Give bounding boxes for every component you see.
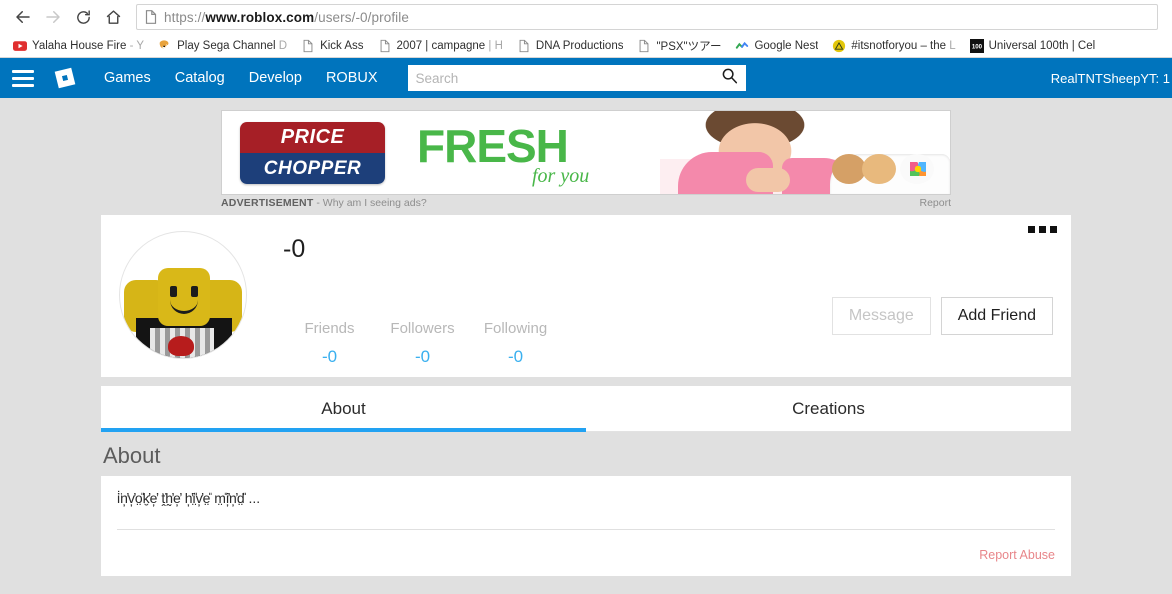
- tab-about[interactable]: About: [101, 386, 586, 432]
- bookmark-label: Google Nest: [754, 39, 819, 52]
- bookmark-label: Yalaha House Fire - Y: [32, 39, 145, 52]
- bookmark-item[interactable]: Play Sega Channel D: [151, 35, 294, 57]
- url-host: www.roblox.com: [205, 9, 315, 25]
- profile-header-card: -0 Friends -0 Followers -0 Following -0: [101, 215, 1071, 377]
- roblox-logo-icon[interactable]: [52, 65, 78, 91]
- triangle-badge-icon: [833, 39, 846, 52]
- bookmark-item[interactable]: Kick Ass: [294, 35, 370, 57]
- ad-report-link[interactable]: Report: [919, 197, 951, 209]
- browser-chrome: https://www.roblox.com/users/-0/profile …: [0, 0, 1172, 58]
- page-title: -0: [283, 235, 306, 263]
- ad-banner[interactable]: PRICE CHOPPER FRESH for you: [221, 110, 951, 195]
- svg-text:100: 100: [972, 43, 983, 50]
- document-icon: [519, 39, 529, 52]
- nav-link-robux[interactable]: ROBUX: [326, 70, 378, 86]
- ad-why-link[interactable]: - Why am I seeing ads?: [316, 197, 426, 209]
- message-button: Message: [831, 297, 931, 335]
- stat-followers[interactable]: Followers -0: [376, 320, 469, 367]
- address-bar[interactable]: https://www.roblox.com/users/-0/profile: [136, 4, 1158, 30]
- bookmark-label: Universal 100th | Cel: [988, 39, 1096, 52]
- bookmark-label: "PSX"ツアー: [656, 40, 722, 53]
- stat-friends[interactable]: Friends -0: [283, 320, 376, 367]
- ad-brand-line1: PRICE: [280, 126, 345, 148]
- sonic-icon: [159, 39, 169, 48]
- about-description-card: i̇̈n̦̓v̦̓o̤̎k̮̓e̦̓ ṱ̈h̰̓e̦̓ h̦̓i̤̎v̦̓e̤̎…: [101, 476, 1071, 576]
- ad-meta: ADVERTISEMENT - Why am I seeing ads? Rep…: [221, 197, 951, 209]
- avatar[interactable]: [119, 231, 247, 359]
- bookmark-item[interactable]: 100 Universal 100th | Cel: [963, 35, 1103, 57]
- bookmark-label: 2007 | campagne | H: [396, 39, 503, 52]
- tab-creations[interactable]: Creations: [586, 386, 1071, 431]
- about-description-text: i̇̈n̦̓v̦̓o̤̎k̮̓e̦̓ ṱ̈h̰̓e̦̓ h̦̓i̤̎v̦̓e̤̎…: [117, 490, 261, 506]
- profile-info: -0 Friends -0 Followers -0 Following -0: [247, 215, 1071, 367]
- profile-tabs: About Creations: [101, 386, 1071, 432]
- nest-icon: [736, 41, 749, 49]
- bookmarks-bar: Yalaha House Fire - Y Play Sega Channel …: [0, 34, 1172, 58]
- bookmark-item[interactable]: 2007 | campagne | H: [371, 35, 510, 57]
- bookmark-item[interactable]: Google Nest: [728, 35, 825, 57]
- bookmark-item[interactable]: "PSX"ツアー: [630, 35, 728, 57]
- ad-label: ADVERTISEMENT: [221, 197, 314, 209]
- nav-link-develop[interactable]: Develop: [249, 70, 302, 86]
- search-box[interactable]: [407, 65, 746, 91]
- url-text: https://www.roblox.com/users/-0/profile: [164, 10, 409, 25]
- bookmark-label: DNA Productions: [535, 39, 624, 52]
- user-menu[interactable]: RealTNTSheepYT: 1: [1051, 58, 1172, 98]
- document-icon: [303, 39, 313, 52]
- profile-actions: Message Add Friend: [831, 297, 1053, 335]
- nav-link-catalog[interactable]: Catalog: [175, 70, 225, 86]
- forward-icon: [38, 2, 68, 32]
- document-icon: [380, 39, 389, 52]
- report-abuse-link[interactable]: Report Abuse: [117, 548, 1055, 562]
- profile-content: -0 Friends -0 Followers -0 Following -0: [101, 215, 1071, 576]
- page-document-icon: [145, 10, 157, 24]
- ad-brand-line2: CHOPPER: [263, 157, 362, 179]
- add-friend-button[interactable]: Add Friend: [940, 297, 1053, 335]
- bookmark-label: #itsnotforyou – the L: [851, 39, 956, 52]
- document-icon: [640, 39, 649, 52]
- about-section-title: About: [103, 443, 161, 468]
- ad-photo: [660, 111, 950, 194]
- back-icon[interactable]: [8, 2, 38, 32]
- price-chopper-logo: PRICE CHOPPER: [240, 122, 385, 184]
- nav-link-games[interactable]: Games: [104, 70, 151, 86]
- page-body: PRICE CHOPPER FRESH for you ADVERTISEMEN…: [0, 98, 1172, 576]
- search-icon[interactable]: [721, 67, 738, 89]
- url-scheme: https://: [164, 9, 206, 25]
- roblox-navbar: Games Catalog Develop ROBUX RealTNTSheep…: [0, 58, 1172, 98]
- username-label: RealTNTSheepYT: 1: [1050, 70, 1170, 86]
- bookmark-item[interactable]: DNA Productions: [510, 35, 631, 57]
- youtube-icon: [13, 40, 27, 51]
- divider: [117, 528, 1055, 530]
- search-input[interactable]: [415, 70, 721, 86]
- bookmark-label: Play Sega Channel D: [177, 39, 288, 52]
- ad-subhead: for you: [532, 165, 590, 187]
- bookmark-item[interactable]: Yalaha House Fire - Y: [6, 35, 151, 57]
- browser-toolbar: https://www.roblox.com/users/-0/profile: [0, 0, 1172, 34]
- home-icon[interactable]: [98, 2, 128, 32]
- hundred-badge-icon: 100: [969, 38, 984, 53]
- advertisement-block: PRICE CHOPPER FRESH for you ADVERTISEMEN…: [0, 98, 1172, 209]
- hamburger-icon[interactable]: [12, 69, 34, 87]
- stat-following[interactable]: Following -0: [469, 320, 562, 367]
- bookmark-item[interactable]: #itsnotforyou – the L: [825, 35, 962, 57]
- bookmark-label: Kick Ass: [320, 39, 364, 52]
- reload-icon[interactable]: [68, 2, 98, 32]
- url-path: /users/-0/profile: [314, 9, 409, 25]
